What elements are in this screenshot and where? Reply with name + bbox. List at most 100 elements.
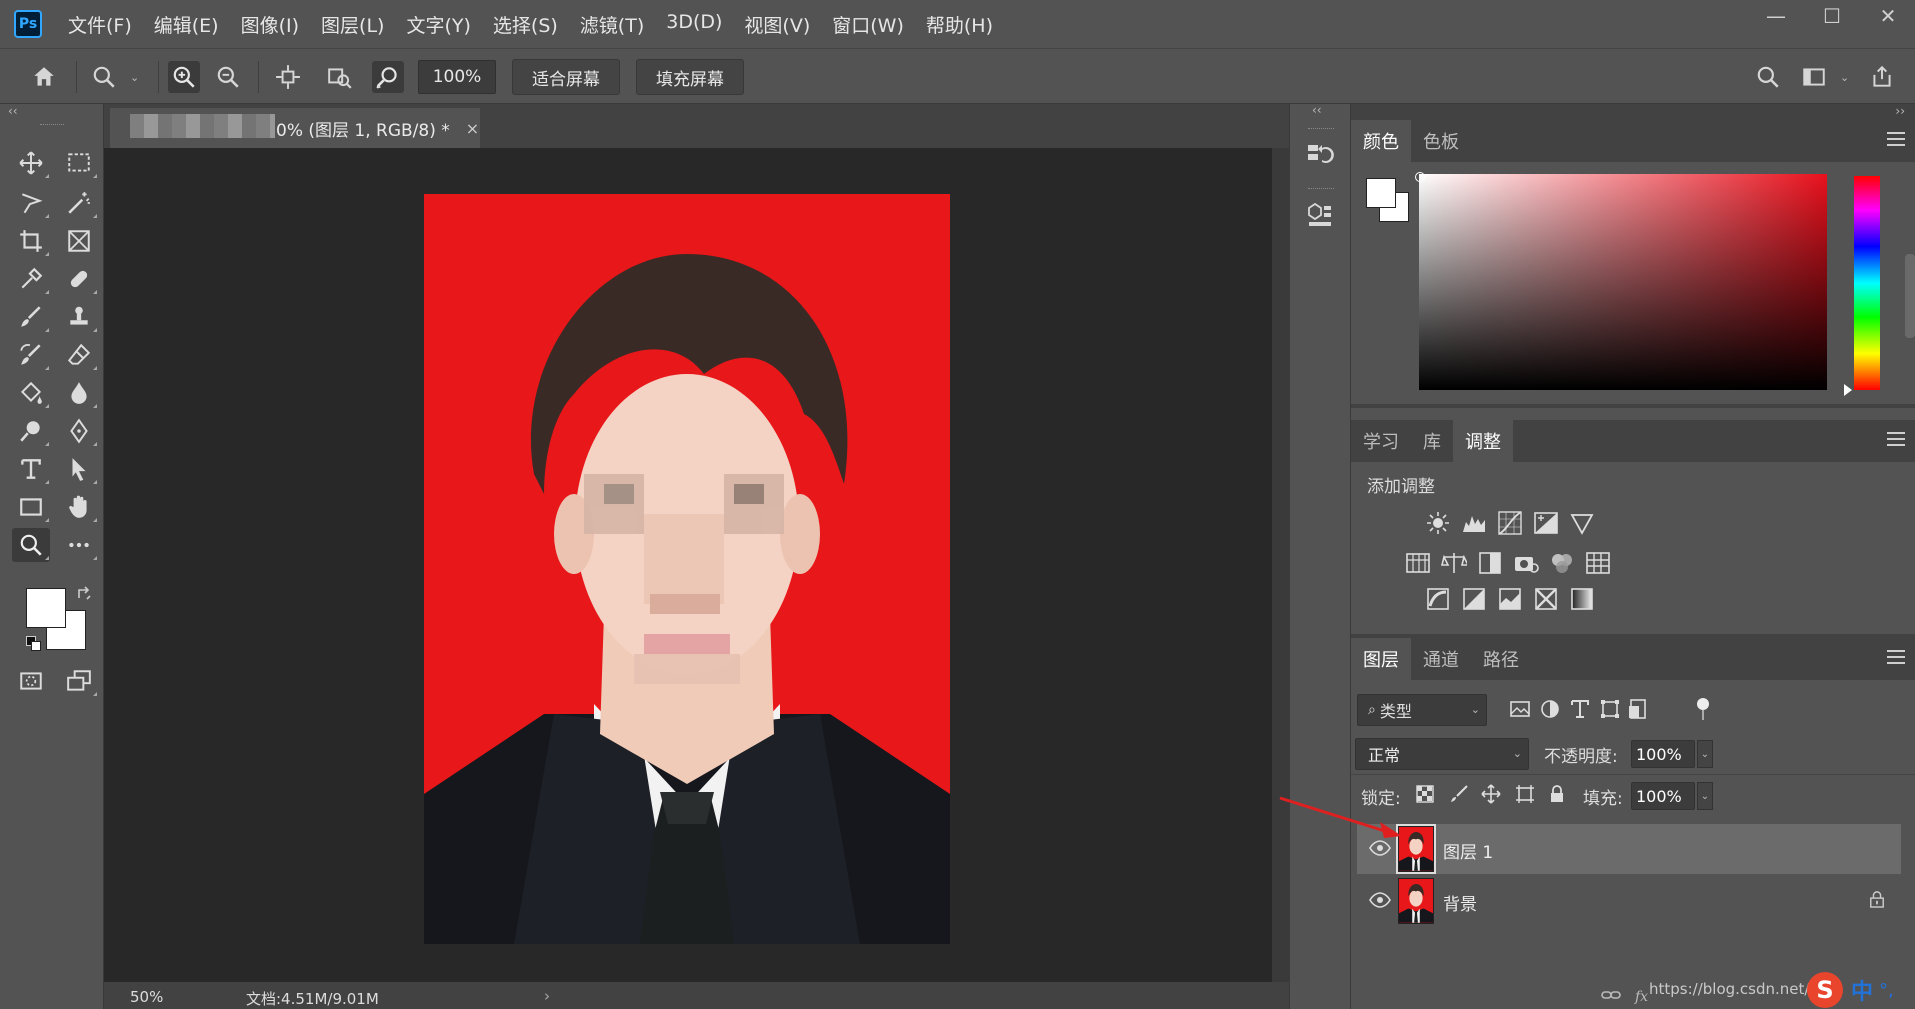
vertical-scrollbar[interactable] — [1272, 148, 1289, 983]
menu-item-9[interactable]: 窗口(W) — [832, 11, 904, 38]
lock-pixels-icon[interactable] — [1449, 784, 1471, 806]
fit-screen-button[interactable]: 适合屏幕 — [512, 59, 620, 95]
document-tab[interactable]: 0% (图层 1, RGB/8) * × — [110, 108, 480, 148]
close-tab-icon[interactable]: × — [466, 119, 479, 138]
zoom-out-icon[interactable] — [212, 61, 244, 93]
color-picker-cursor[interactable] — [1415, 172, 1425, 182]
hand-tool-icon[interactable] — [60, 490, 98, 524]
search-icon[interactable] — [1752, 61, 1784, 93]
history-brush-icon[interactable] — [12, 338, 50, 372]
foreground-color-swatch[interactable] — [26, 588, 66, 628]
menu-item-2[interactable]: 图像(I) — [241, 11, 299, 38]
clone-stamp-icon[interactable] — [60, 300, 98, 334]
zoom-all-windows-icon[interactable] — [324, 61, 356, 93]
color-panel-tab-1[interactable]: 色板 — [1411, 120, 1471, 162]
filter-pixel-icon[interactable] — [1509, 698, 1533, 722]
lock-all-icon[interactable] — [1547, 784, 1569, 806]
marquee-tool-icon[interactable] — [60, 146, 98, 180]
healing-brush-icon[interactable] — [60, 262, 98, 296]
layers-panel-tab-1[interactable]: 通道 — [1411, 638, 1471, 680]
crop-tool-icon[interactable] — [12, 224, 50, 258]
status-zoom[interactable]: 50% — [130, 988, 163, 1006]
menu-item-4[interactable]: 文字(Y) — [406, 11, 470, 38]
layer-name[interactable]: 背景 — [1443, 890, 1477, 915]
rectangle-tool-icon[interactable] — [12, 490, 50, 524]
layer-row[interactable]: 背景 — [1357, 876, 1901, 926]
eraser-tool-icon[interactable] — [60, 338, 98, 372]
color-panel-menu-icon[interactable] — [1887, 132, 1905, 146]
frame-tool-icon[interactable] — [60, 224, 98, 258]
paint-bucket-icon[interactable] — [12, 376, 50, 410]
menu-item-7[interactable]: 3D(D) — [666, 11, 722, 38]
layer-thumbnail[interactable] — [1396, 824, 1436, 874]
filter-adjustment-icon[interactable] — [1539, 698, 1563, 722]
exposure-icon[interactable] — [1533, 510, 1561, 538]
history-panel-icon[interactable] — [1305, 140, 1337, 172]
menu-item-10[interactable]: 帮助(H) — [926, 11, 993, 38]
filter-type-icon[interactable] — [1569, 698, 1593, 722]
swap-colors-icon[interactable] — [76, 584, 94, 602]
maximize-button[interactable]: ☐ — [1821, 4, 1843, 28]
hue-slider[interactable] — [1854, 176, 1880, 390]
collapse-dock-icon[interactable]: ‹‹ — [1312, 103, 1322, 117]
lock-position-icon[interactable] — [1481, 784, 1503, 806]
levels-icon[interactable] — [1461, 510, 1489, 538]
brush-tool-icon[interactable] — [12, 300, 50, 334]
color-panel-fg-swatch[interactable] — [1366, 178, 1396, 208]
gradient-map-icon[interactable] — [1569, 586, 1597, 614]
collapse-toolbar-icon[interactable]: ‹‹ — [8, 104, 18, 118]
menu-item-8[interactable]: 视图(V) — [744, 11, 810, 38]
share-icon[interactable] — [1866, 61, 1898, 93]
layer-kind-filter[interactable]: ⌕ 类型 ⌄ — [1357, 694, 1487, 726]
visibility-eye-icon[interactable] — [1369, 839, 1391, 857]
opacity-field[interactable]: 100% — [1631, 740, 1695, 768]
black-white-icon[interactable] — [1477, 550, 1505, 578]
hue-slider-marker[interactable] — [1844, 384, 1852, 396]
screen-mode-icon[interactable] — [60, 664, 98, 698]
resize-windows-icon[interactable] — [272, 61, 304, 93]
menu-item-1[interactable]: 编辑(E) — [154, 11, 219, 38]
blur-tool-icon[interactable] — [60, 376, 98, 410]
vibrance-icon[interactable] — [1569, 510, 1597, 538]
home-icon[interactable] — [28, 61, 60, 93]
menu-item-0[interactable]: 文件(F) — [68, 11, 132, 38]
opacity-chevron-icon[interactable]: ⌄ — [1697, 740, 1713, 768]
menu-item-3[interactable]: 图层(L) — [321, 11, 384, 38]
lock-artboard-icon[interactable] — [1515, 784, 1537, 806]
layers-panel-tab-0[interactable]: 图层 — [1351, 638, 1411, 680]
lasso-tool-icon[interactable] — [12, 186, 50, 220]
brightness-contrast-icon[interactable] — [1425, 510, 1453, 538]
panel-scrollbar[interactable] — [1905, 254, 1915, 338]
quick-mask-icon[interactable] — [12, 664, 50, 698]
ime-language[interactable]: 中 — [1851, 974, 1873, 1006]
filter-smart-object-icon[interactable] — [1627, 698, 1651, 722]
adjust-panel-tab-0[interactable]: 学习 — [1351, 420, 1411, 462]
selective-color-icon[interactable] — [1533, 586, 1561, 614]
filter-toggle-icon[interactable] — [1697, 698, 1709, 710]
properties-panel-icon[interactable] — [1305, 200, 1337, 232]
fill-chevron-icon[interactable]: ⌄ — [1697, 782, 1713, 810]
layer-lock-icon[interactable] — [1869, 890, 1887, 910]
fill-screen-button[interactable]: 填充屏幕 — [636, 59, 744, 95]
minimize-button[interactable]: — — [1765, 4, 1787, 28]
lock-transparent-icon[interactable] — [1415, 784, 1437, 806]
scrubby-zoom-icon[interactable] — [372, 61, 404, 93]
ime-indicator[interactable]: S 中 °, — [1807, 972, 1894, 1008]
type-tool-icon[interactable] — [12, 452, 50, 486]
more-tools-icon[interactable] — [60, 528, 98, 562]
color-lookup-icon[interactable] — [1585, 550, 1613, 578]
ime-punctuation[interactable]: °, — [1879, 980, 1894, 1001]
adjust-panel-tab-1[interactable]: 库 — [1411, 420, 1453, 462]
curves-icon[interactable] — [1497, 510, 1525, 538]
color-balance-icon[interactable] — [1440, 550, 1470, 578]
blend-mode-select[interactable]: 正常 ⌄ — [1355, 738, 1529, 770]
default-colors-icon[interactable] — [26, 636, 42, 652]
layer-name[interactable]: 图层 1 — [1443, 838, 1493, 863]
expand-panels-icon[interactable]: ›› — [1895, 104, 1905, 118]
workspace-chevron-icon[interactable]: ⌄ — [1840, 71, 1849, 84]
adjustments-panel-menu-icon[interactable] — [1887, 432, 1905, 446]
color-picker-field[interactable] — [1419, 174, 1827, 390]
visibility-eye-icon[interactable] — [1369, 891, 1391, 909]
pen-tool-icon[interactable] — [60, 414, 98, 448]
path-selection-icon[interactable] — [60, 452, 98, 486]
